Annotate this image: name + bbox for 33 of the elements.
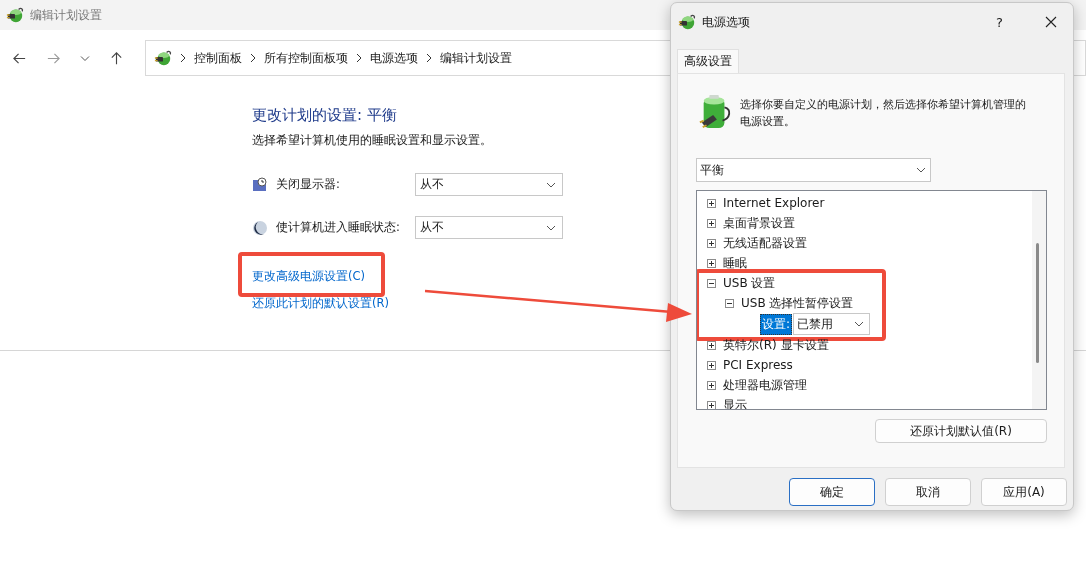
page-subtitle: 选择希望计算机使用的睡眠设置和显示设置。 [252,133,492,148]
plan-dropdown[interactable]: 平衡 [696,158,931,182]
tree-item[interactable]: 桌面背景设置 [723,214,795,232]
dialog-title: 电源选项 [702,13,751,31]
setting-label: 使计算机进入睡眠状态: [276,220,401,235]
restore-defaults-button[interactable]: 还原计划默认值(R) [875,419,1047,443]
breadcrumb[interactable]: 电源选项 [370,49,418,67]
breadcrumb[interactable]: 控制面板 [194,49,242,67]
link[interactable]: 还原此计划的默认设置(R) [252,296,389,310]
dropdown[interactable]: 从不 [415,216,563,239]
dialog-button[interactable]: 取消 [885,478,971,506]
window-title: 编辑计划设置 [30,6,102,24]
setting-label: 关闭显示器: [276,177,341,192]
setting-label: 设置: [760,313,793,335]
tab[interactable]: 高级设置 [677,49,739,73]
tree-item[interactable]: 睡眠 [723,254,747,272]
description-text: 选择你要自定义的电源计划，然后选择你希望计算机管理的电源设置。 [740,97,1027,130]
page-heading: 更改计划的设置: 平衡 [252,106,397,125]
dropdown[interactable]: 从不 [415,173,563,196]
tree-item[interactable]: PCI Express [723,358,793,372]
link[interactable]: 更改高级电源设置(C) [252,269,365,283]
tree-item[interactable]: USB 设置 [723,274,776,292]
tree-item[interactable]: USB 选择性暂停设置 [741,294,854,312]
tree-item[interactable]: 英特尔(R) 显卡设置 [723,336,829,354]
help-button[interactable]: ? [996,14,1003,30]
tree-item[interactable]: 无线适配器设置 [723,234,807,252]
tree-item[interactable]: Internet Explorer [723,196,825,210]
breadcrumb[interactable]: 编辑计划设置 [440,49,512,67]
dialog-button[interactable]: 确定 [789,478,875,506]
breadcrumb[interactable]: 所有控制面板项 [264,49,348,67]
tree-item[interactable]: 处理器电源管理 [723,376,807,394]
dialog-button[interactable]: 应用(A) [981,478,1067,506]
setting-dropdown[interactable]: 已禁用 [793,313,871,335]
